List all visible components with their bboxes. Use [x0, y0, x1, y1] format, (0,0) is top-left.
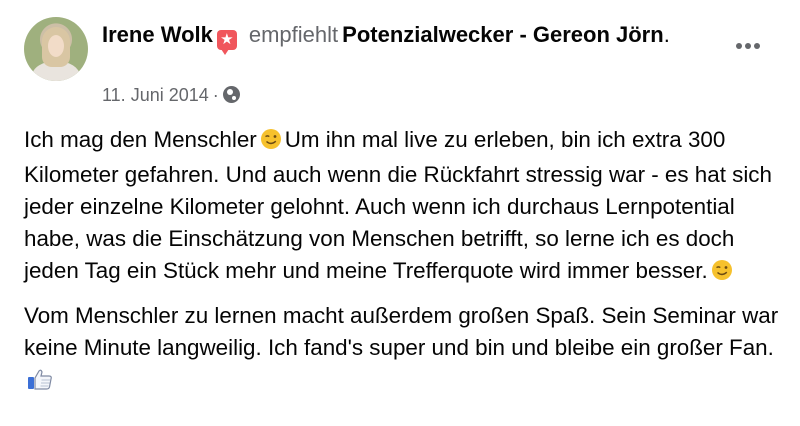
post-paragraph-2: Vom Menschler zu lernen macht außerdem g…	[24, 300, 784, 399]
globe-icon[interactable]	[222, 86, 240, 103]
post-paragraph-1: Ich mag den Menschler Um ihn mal live zu …	[24, 124, 784, 290]
author-avatar[interactable]	[24, 17, 88, 81]
paragraph-1-text-start: Ich mag den Menschler	[24, 127, 257, 152]
post-header: Irene Wolk ★ empfiehlt Potenzialwecker - Ge…	[102, 20, 702, 55]
recommends-verb: empfiehlt	[248, 22, 339, 47]
avatar-face	[48, 35, 64, 57]
more-dot	[754, 43, 760, 49]
post-date[interactable]: 11. Juni 2014	[102, 85, 209, 105]
more-options-icon[interactable]	[730, 36, 766, 56]
recommended-page-name[interactable]: Potenzialwecker - Gereon Jörn	[342, 22, 664, 47]
more-dot	[745, 43, 751, 49]
paragraph-2-text: Vom Menschler zu lernen macht außerdem g…	[24, 303, 779, 360]
winking-face-emoji	[260, 127, 282, 159]
winking-face-emoji	[711, 258, 733, 290]
thumbs-up-emoji	[27, 367, 53, 399]
post-meta: 11. Juni 2014 ·	[102, 84, 240, 106]
post-body: Ich mag den Menschler Um ihn mal live zu …	[24, 124, 784, 409]
more-dot	[736, 43, 742, 49]
author-name[interactable]: Irene Wolk	[102, 22, 213, 47]
meta-separator: ·	[212, 85, 219, 105]
recommendation-post: Irene Wolk ★ empfiehlt Potenzialwecker - Ge…	[0, 0, 800, 426]
star-badge-icon: ★	[216, 30, 237, 55]
header-period: .	[663, 22, 670, 47]
